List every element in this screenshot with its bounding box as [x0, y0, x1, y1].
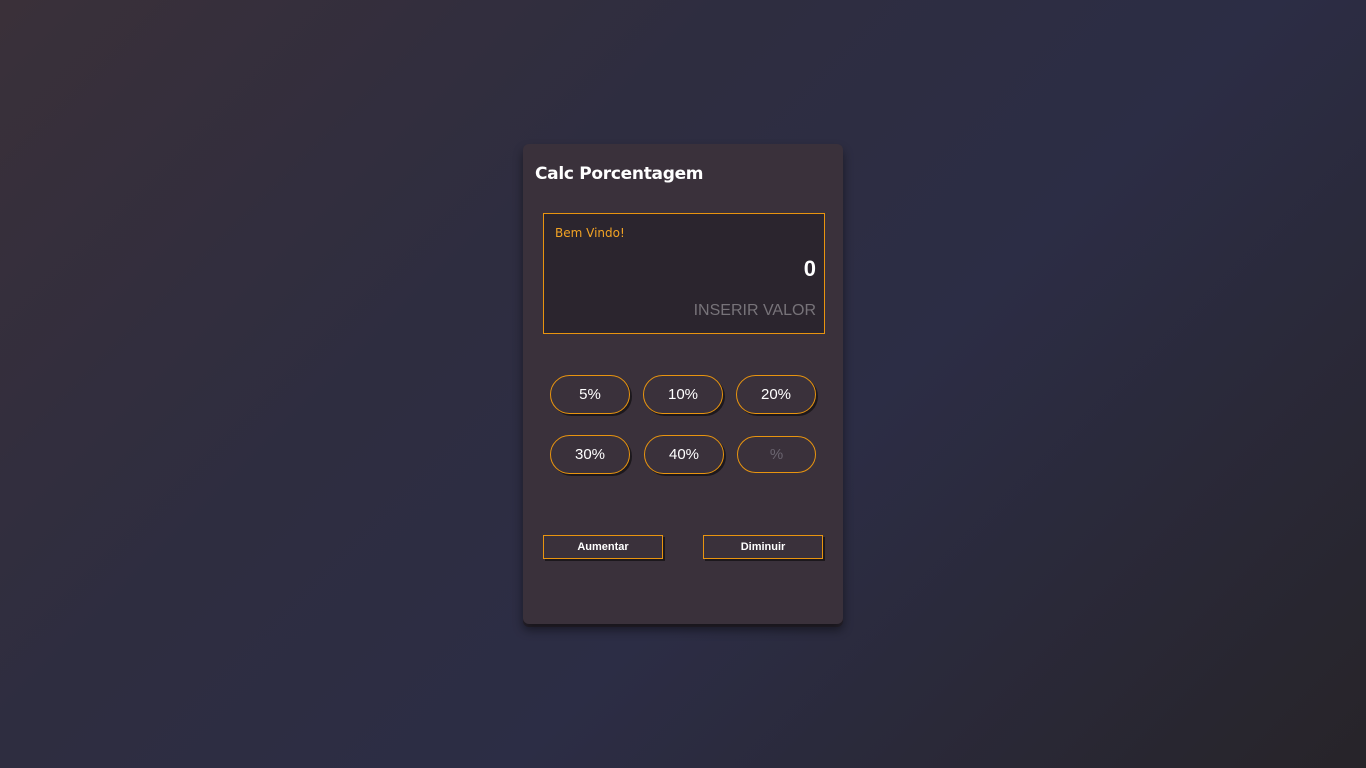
- decrease-button[interactable]: Diminuir: [703, 535, 823, 559]
- increase-button[interactable]: Aumentar: [543, 535, 663, 559]
- custom-percent-input[interactable]: [737, 436, 816, 473]
- percent-button-5[interactable]: 5%: [550, 375, 630, 414]
- value-input[interactable]: [616, 302, 816, 320]
- percent-button-20[interactable]: 20%: [736, 375, 816, 414]
- percent-button-30[interactable]: 30%: [550, 435, 630, 474]
- display-panel: Bem Vindo! 0: [543, 213, 825, 334]
- app-title: Calc Porcentagem: [535, 164, 704, 184]
- result-value: 0: [803, 256, 816, 281]
- welcome-message: Bem Vindo!: [555, 226, 625, 240]
- calculator-card: Calc Porcentagem Bem Vindo! 0 5% 10% 20%…: [523, 144, 843, 624]
- percent-button-10[interactable]: 10%: [643, 375, 723, 414]
- percent-button-40[interactable]: 40%: [644, 435, 724, 474]
